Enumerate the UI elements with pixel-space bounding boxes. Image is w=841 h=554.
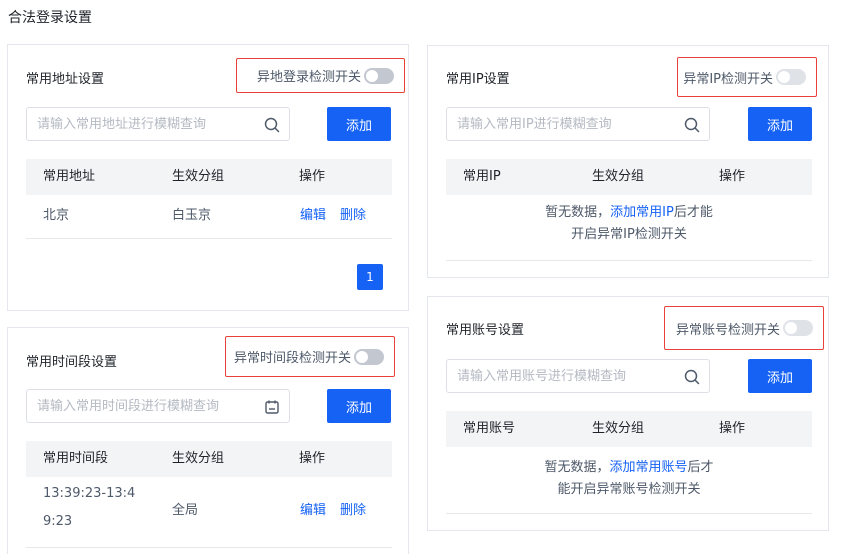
account-search-input[interactable]	[447, 360, 677, 392]
empty-prefix: 暂无数据，	[545, 205, 611, 220]
remote-login-switch-label: 异地登录检测开关	[256, 70, 361, 85]
column-header-action: 操作	[299, 451, 326, 466]
account-search-box	[446, 359, 710, 393]
abnormal-account-toggle[interactable]	[783, 320, 813, 336]
empty-suffix: 后才能	[673, 205, 713, 220]
column-header-group: 生效分组	[172, 451, 225, 466]
ip-search-box	[446, 107, 710, 141]
search-icon[interactable]	[683, 368, 701, 386]
delete-link[interactable]: 删除	[340, 500, 366, 522]
column-header-group: 生效分组	[592, 421, 645, 436]
remote-login-toggle[interactable]	[364, 67, 394, 84]
column-header-ip: 常用IP	[463, 169, 501, 184]
time-search-box	[26, 389, 290, 423]
toggle-knob	[778, 71, 790, 83]
ip-card-title: 常用IP设置	[446, 72, 510, 87]
abnormal-time-switch-label: 异常时间段检测开关	[233, 351, 351, 366]
time-search-input[interactable]	[27, 390, 257, 422]
empty-suffix: 后才	[687, 460, 714, 475]
address-card-title: 常用地址设置	[26, 72, 105, 87]
search-icon[interactable]	[683, 116, 701, 134]
page-title: 合法登录设置	[8, 10, 92, 26]
toggle-knob	[356, 350, 368, 363]
column-header-account: 常用账号	[463, 421, 516, 436]
abnormal-account-switch-label: 异常账号检测开关	[675, 322, 780, 338]
empty-prefix: 暂无数据，	[544, 460, 610, 475]
empty-line-2: 能开启异常账号检测开关	[557, 482, 701, 497]
time-card-title: 常用时间段设置	[26, 355, 118, 370]
address-table-header: 常用地址 生效分组 操作	[26, 159, 392, 195]
address-search-input[interactable]	[27, 108, 257, 140]
abnormal-ip-switch-box: 异常IP检测开关	[677, 57, 817, 97]
toggle-knob	[366, 69, 378, 82]
address-cell: 北京	[43, 208, 70, 223]
ip-settings-card: 常用IP设置 异常IP检测开关 添加 常用IP 生效分组 操作 暂无数据，添加常…	[427, 45, 829, 278]
account-settings-card: 常用账号设置 异常账号检测开关 添加 常用账号 生效分组 操作 暂无数据，添加常…	[427, 296, 829, 531]
empty-line-2: 开启异常IP检测开关	[571, 227, 687, 242]
column-header-group: 生效分组	[592, 169, 645, 184]
column-header-action: 操作	[719, 169, 746, 184]
abnormal-ip-toggle[interactable]	[776, 69, 806, 85]
toggle-knob	[785, 322, 797, 334]
add-ip-button[interactable]: 添加	[748, 107, 812, 141]
abnormal-ip-switch-label: 异常IP检测开关	[683, 71, 773, 87]
pagination-page-1[interactable]: 1	[357, 264, 383, 290]
empty-line-1: 暂无数据，添加常用账号后才	[446, 457, 812, 479]
column-header-action: 操作	[299, 169, 326, 184]
column-header-address: 常用地址	[43, 169, 96, 184]
remote-login-switch-box: 异地登录检测开关	[236, 58, 405, 93]
abnormal-time-toggle[interactable]	[354, 348, 384, 365]
account-card-title: 常用账号设置	[446, 323, 525, 338]
ip-search-input[interactable]	[447, 108, 677, 140]
time-cell-line2: 9:23	[43, 514, 73, 529]
column-header-action: 操作	[719, 421, 746, 436]
abnormal-account-switch-box: 异常账号检测开关	[664, 306, 824, 350]
address-search-box	[26, 107, 290, 141]
calendar-icon[interactable]	[263, 398, 281, 416]
add-account-button[interactable]: 添加	[748, 359, 812, 393]
add-time-button[interactable]: 添加	[327, 389, 391, 423]
account-table-header: 常用账号 生效分组 操作	[446, 411, 812, 447]
ip-table-header: 常用IP 生效分组 操作	[446, 159, 812, 195]
group-cell: 全局	[172, 503, 199, 518]
add-account-link[interactable]: 添加常用账号	[609, 460, 687, 475]
ip-empty-state: 暂无数据，添加常用IP后才能 开启异常IP检测开关	[446, 202, 812, 261]
table-row: 北京 白玉京 编辑 删除	[26, 195, 392, 239]
time-settings-card: 常用时间段设置 异常时间段检测开关 添加 常用时间段 生效分组 操作 13:39…	[7, 327, 409, 554]
add-address-button[interactable]: 添加	[327, 107, 391, 141]
time-table-header: 常用时间段 生效分组 操作	[26, 441, 392, 477]
table-row: 13:39:23-13:4 9:23 全局 编辑 删除	[26, 477, 392, 548]
column-header-time: 常用时间段	[43, 451, 109, 466]
group-cell: 白玉京	[172, 208, 212, 223]
add-ip-link[interactable]: 添加常用IP	[610, 205, 674, 220]
empty-line-1: 暂无数据，添加常用IP后才能	[446, 202, 812, 224]
edit-link[interactable]: 编辑	[300, 500, 326, 522]
column-header-group: 生效分组	[172, 169, 225, 184]
abnormal-time-switch-box: 异常时间段检测开关	[225, 336, 395, 377]
address-settings-card: 常用地址设置 异地登录检测开关 添加 常用地址 生效分组 操作 北京 白玉京 编…	[7, 44, 409, 311]
account-empty-state: 暂无数据，添加常用账号后才 能开启异常账号检测开关	[446, 457, 812, 514]
edit-link[interactable]: 编辑	[300, 195, 326, 237]
delete-link[interactable]: 删除	[340, 195, 366, 237]
time-cell-line1: 13:39:23-13:4	[43, 486, 136, 501]
search-icon[interactable]	[263, 116, 281, 134]
